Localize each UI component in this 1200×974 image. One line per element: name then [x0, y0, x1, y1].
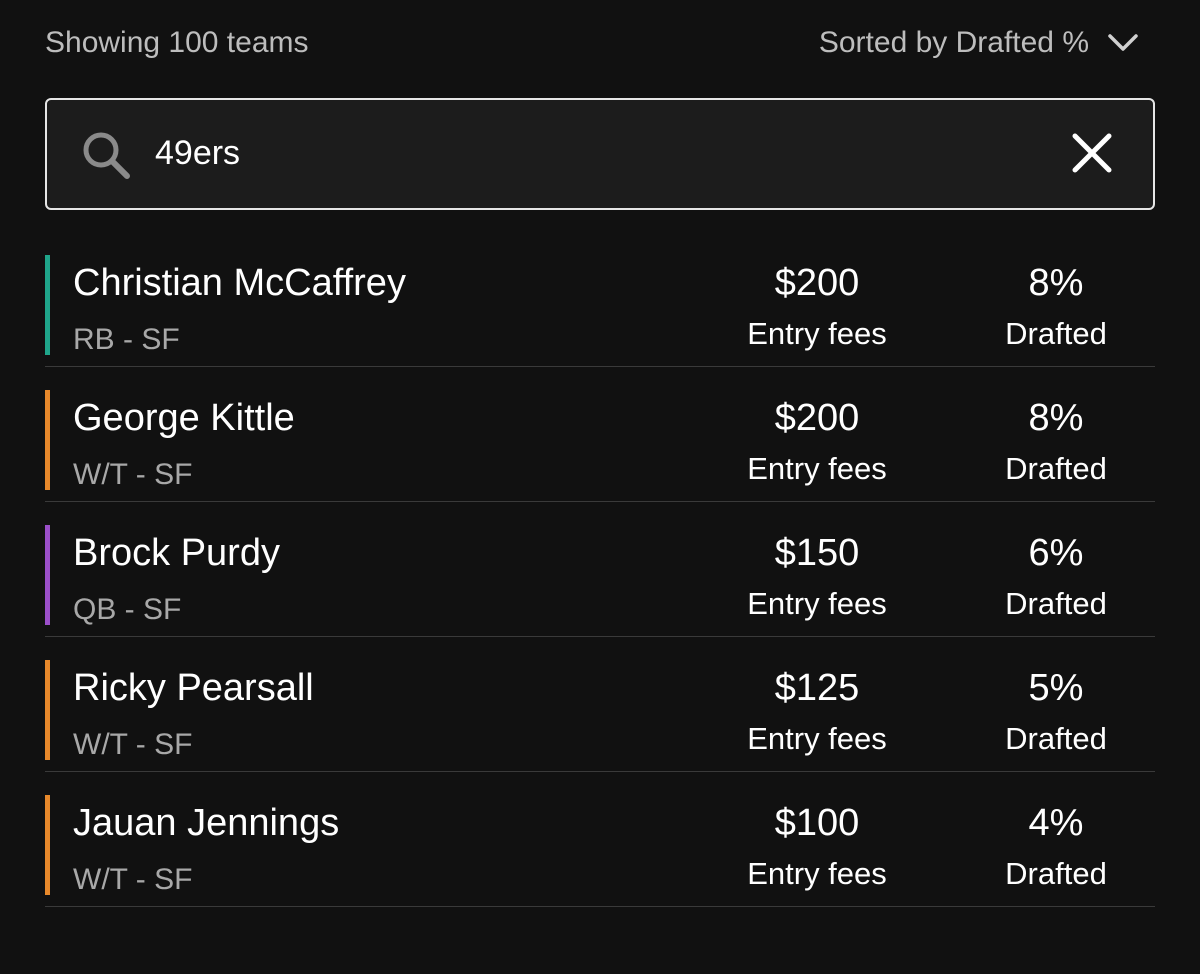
player-position: W/T - SF	[73, 863, 193, 896]
results-header: Showing 100 teams Sorted by Drafted %	[45, 22, 1155, 66]
player-name: Jauan Jennings	[73, 802, 340, 844]
drafted-value: 5%	[1028, 667, 1084, 709]
player-name: Christian McCaffrey	[73, 262, 406, 304]
entry-fee-label: Entry fees	[747, 586, 887, 621]
entry-fee-label: Entry fees	[747, 316, 887, 351]
entry-fee-value: $200	[774, 397, 860, 439]
drafted-label: Drafted	[1005, 856, 1107, 891]
drafted-value: 8%	[1028, 397, 1084, 439]
close-icon[interactable]	[1069, 130, 1115, 176]
results-count: Showing 100 teams	[45, 26, 309, 59]
entry-fee-value: $150	[774, 532, 860, 574]
player-list: Christian McCaffrey RB - SF $200 Entry f…	[45, 232, 1155, 907]
search-box	[45, 98, 1155, 210]
sort-dropdown[interactable]: Sorted by Drafted %	[819, 22, 1139, 64]
player-position: W/T - SF	[73, 728, 193, 761]
drafted-value: 6%	[1028, 532, 1084, 574]
position-color-bar	[45, 525, 50, 625]
position-color-bar	[45, 390, 50, 490]
entry-fee-value: $125	[774, 667, 860, 709]
player-row[interactable]: Ricky Pearsall W/T - SF $125 Entry fees …	[45, 637, 1155, 772]
player-name: Brock Purdy	[73, 532, 280, 574]
entry-fee-label: Entry fees	[747, 721, 887, 756]
position-color-bar	[45, 255, 50, 355]
drafted-label: Drafted	[1005, 586, 1107, 621]
player-name: George Kittle	[73, 397, 295, 439]
sort-label: Sorted by Drafted %	[818, 26, 1089, 59]
entry-fee-value: $200	[774, 262, 860, 304]
search-input[interactable]	[155, 124, 1035, 182]
chevron-down-icon	[1108, 34, 1138, 51]
position-color-bar	[45, 660, 50, 760]
entry-fee-label: Entry fees	[747, 451, 887, 486]
drafted-label: Drafted	[1005, 316, 1107, 351]
player-row[interactable]: George Kittle W/T - SF $200 Entry fees 8…	[45, 367, 1155, 502]
entry-fee-label: Entry fees	[747, 856, 887, 891]
player-position: RB - SF	[73, 323, 180, 356]
player-row[interactable]: Christian McCaffrey RB - SF $200 Entry f…	[45, 232, 1155, 367]
search-icon	[83, 132, 130, 179]
drafted-value: 4%	[1028, 802, 1084, 844]
drafted-value: 8%	[1028, 262, 1084, 304]
entry-fee-value: $100	[774, 802, 860, 844]
player-row[interactable]: Brock Purdy QB - SF $150 Entry fees 6% D…	[45, 502, 1155, 637]
player-position: QB - SF	[73, 593, 182, 626]
player-position: W/T - SF	[73, 458, 193, 491]
player-row[interactable]: Jauan Jennings W/T - SF $100 Entry fees …	[45, 772, 1155, 907]
drafted-label: Drafted	[1005, 721, 1107, 756]
player-name: Ricky Pearsall	[73, 667, 314, 709]
position-color-bar	[45, 795, 50, 895]
drafted-label: Drafted	[1005, 451, 1107, 486]
